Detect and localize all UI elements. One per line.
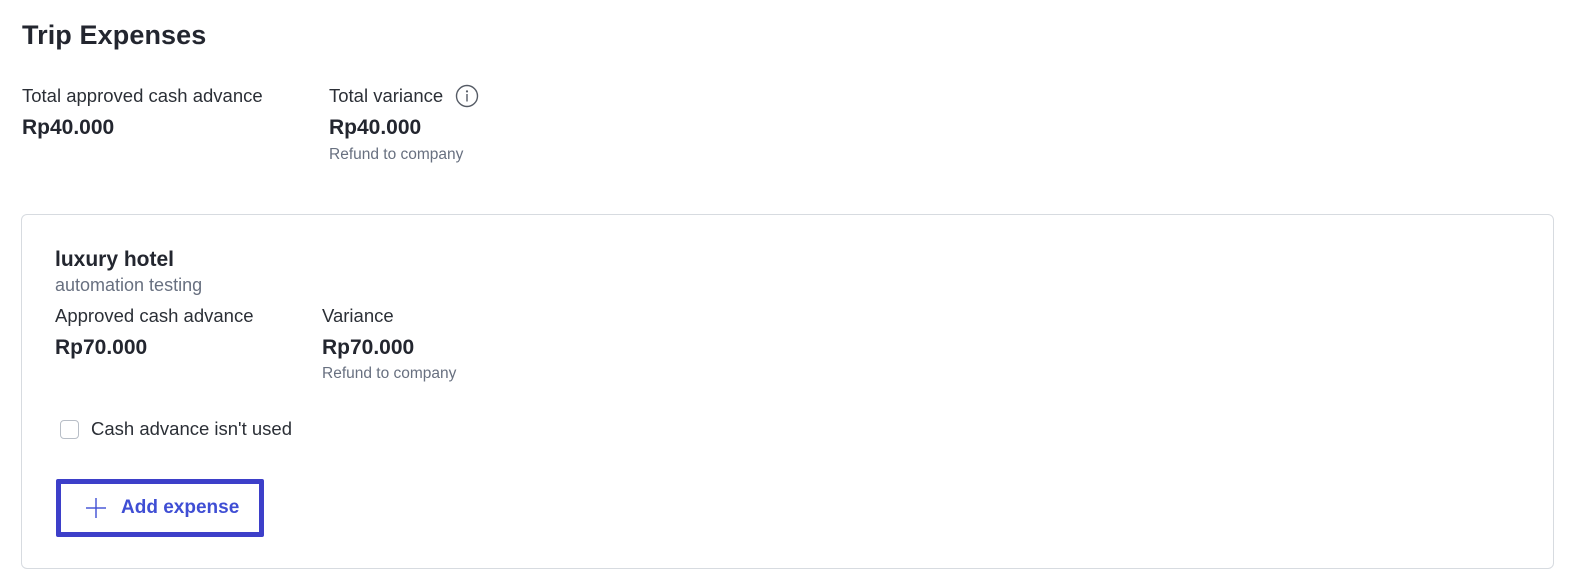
cash-advance-unused-checkbox-row[interactable]: Cash advance isn't used bbox=[60, 418, 292, 440]
trip-expenses-page: Trip Expenses Total approved cash advanc… bbox=[0, 0, 1584, 586]
page-title: Trip Expenses bbox=[22, 20, 207, 50]
approved-cash-advance-label: Approved cash advance bbox=[55, 305, 254, 326]
cash-advance-unused-checkbox[interactable] bbox=[60, 419, 79, 439]
variance-label: Variance bbox=[322, 305, 394, 326]
total-variance-value: Rp40.000 bbox=[329, 116, 422, 139]
expense-card-title: luxury hotel bbox=[55, 248, 175, 271]
total-variance-note: Refund to company bbox=[329, 146, 464, 163]
variance-note: Refund to company bbox=[322, 365, 457, 382]
add-expense-label: Add expense bbox=[121, 497, 240, 518]
approved-cash-advance-value: Rp70.000 bbox=[55, 336, 148, 359]
add-expense-button[interactable]: Add expense bbox=[56, 479, 264, 537]
plus-icon bbox=[86, 498, 106, 518]
total-variance-label: Total variance bbox=[329, 85, 444, 106]
expense-card-subtitle: automation testing bbox=[55, 275, 203, 295]
total-approved-value: Rp40.000 bbox=[22, 116, 115, 139]
total-approved-label: Total approved cash advance bbox=[22, 85, 263, 106]
variance-value: Rp70.000 bbox=[322, 336, 415, 359]
expense-card: luxury hotel automation testing Approved… bbox=[21, 214, 1554, 569]
cash-advance-unused-label[interactable]: Cash advance isn't used bbox=[91, 418, 292, 440]
info-circle-icon[interactable] bbox=[455, 84, 479, 108]
